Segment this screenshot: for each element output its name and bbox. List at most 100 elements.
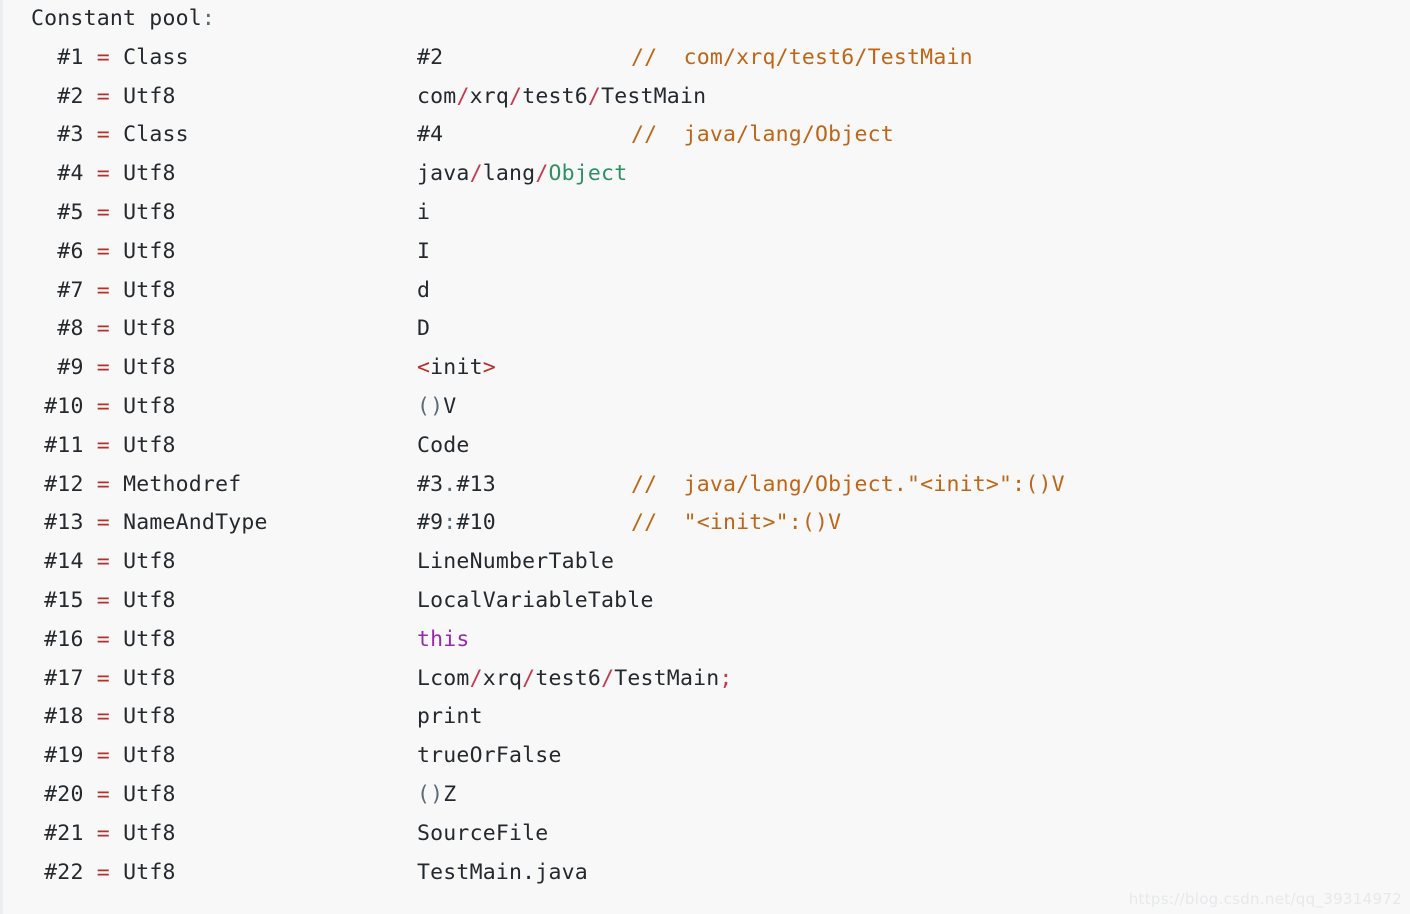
entry-equals-sign: = <box>96 355 110 381</box>
entry-indent <box>31 704 44 729</box>
constant-pool-entry: #6 = Utf8 I <box>3 233 1410 272</box>
entry-equals-sign: = <box>96 587 110 613</box>
entry-value: this <box>417 621 631 660</box>
entry-indent <box>31 472 44 497</box>
entry-kind: Utf8 <box>123 781 176 807</box>
entry-equals-sign: = <box>96 277 110 303</box>
entry-indent <box>31 549 44 574</box>
entry-value: ()Z <box>417 776 631 815</box>
entry-index: #5 <box>57 199 84 225</box>
entry-value-token: I <box>417 238 431 264</box>
entry-value-token: print <box>417 704 483 730</box>
entry-space <box>110 355 123 380</box>
entry-value: d <box>417 272 631 311</box>
entry-space <box>110 200 123 225</box>
entry-value-token: com <box>417 83 457 109</box>
entry-equals-sign: = <box>96 199 110 225</box>
entry-value: print <box>417 698 631 737</box>
entry-value: #4 <box>417 116 631 155</box>
entry-space <box>110 510 123 535</box>
entry-value-token: trueOrFalse <box>417 743 562 769</box>
javap-output-code-block: Constant pool: #1 = Class #2// com/xrq/te… <box>0 0 1410 914</box>
entry-index: #6 <box>57 238 84 264</box>
entry-indent <box>31 433 44 458</box>
entry-value: TestMain.java <box>417 854 631 893</box>
entry-kind: Utf8 <box>123 820 176 846</box>
entry-value: ()V <box>417 388 631 427</box>
entry-index-and-kind: #6 = Utf8 <box>31 233 415 272</box>
entry-space <box>110 394 123 419</box>
constant-pool-entry: #5 = Utf8 i <box>3 194 1410 233</box>
entry-value: Code <box>417 427 631 466</box>
entry-equals-sign: = <box>96 393 110 419</box>
entry-value-token: java <box>417 161 470 187</box>
constant-pool-entry: #22 = Utf8 TestMain.java <box>3 854 1410 893</box>
entry-indent <box>31 239 57 264</box>
constant-pool-entry: #7 = Utf8 d <box>3 272 1410 311</box>
entry-index: #14 <box>44 549 84 575</box>
constant-pool-header-label: Constant pool <box>31 6 202 31</box>
entry-kind: Utf8 <box>123 161 176 187</box>
entry-space <box>110 278 123 303</box>
entry-value-token: D <box>417 316 431 342</box>
entry-indent <box>31 278 57 303</box>
entry-space <box>84 743 97 768</box>
entry-value: Lcom/xrq/test6/TestMain; <box>417 660 732 699</box>
constant-pool-entry: #10 = Utf8 ()V <box>3 388 1410 427</box>
entry-value-token: . <box>522 859 536 885</box>
entry-kind: Utf8 <box>123 704 176 730</box>
entry-index-and-kind: #15 = Utf8 <box>31 582 415 621</box>
entry-value: trueOrFalse <box>417 737 631 776</box>
constant-pool-entry: #15 = Utf8 LocalVariableTable <box>3 582 1410 621</box>
entry-space <box>84 200 97 225</box>
entry-value-token: Code <box>417 432 470 458</box>
entry-equals-sign: = <box>96 859 110 885</box>
entry-equals-sign: = <box>96 83 110 109</box>
entry-space <box>110 821 123 846</box>
constant-pool-entry: #18 = Utf8 print <box>3 698 1410 737</box>
entry-value: SourceFile <box>417 815 631 854</box>
entry-space <box>84 549 97 574</box>
entry-value-token: TestMain <box>614 665 720 691</box>
entry-space <box>84 510 97 535</box>
entry-value-token: () <box>417 393 444 419</box>
entry-space <box>110 433 123 458</box>
entry-space <box>110 782 123 807</box>
entry-space <box>110 588 123 613</box>
entry-value-token: #2 <box>417 44 444 70</box>
entry-space <box>84 588 97 613</box>
entry-value-token: Lcom <box>417 665 470 691</box>
entry-indent <box>31 45 57 70</box>
entry-value-token: i <box>417 199 431 225</box>
entry-value: #3.#13 <box>417 466 631 505</box>
constant-pool-entry: #11 = Utf8 Code <box>3 427 1410 466</box>
entry-index: #17 <box>44 665 84 691</box>
entry-index-and-kind: #11 = Utf8 <box>31 427 415 466</box>
entry-kind: Utf8 <box>123 277 176 303</box>
entry-value-token: / <box>601 665 615 691</box>
constant-pool-entry: #8 = Utf8 D <box>3 310 1410 349</box>
entry-value-token: () <box>417 781 444 807</box>
entry-kind: Utf8 <box>123 83 176 109</box>
constant-pool-entry: #4 = Utf8 java/lang/Object <box>3 155 1410 194</box>
entry-value-token: TestMain <box>601 83 707 109</box>
entry-equals-sign: = <box>96 316 110 342</box>
entry-space <box>84 122 97 147</box>
entry-value-token: d <box>417 277 431 303</box>
entry-kind: Methodref <box>123 471 242 497</box>
entry-value: I <box>417 233 631 272</box>
entry-kind: Utf8 <box>123 355 176 381</box>
entry-space <box>110 666 123 691</box>
entry-space <box>110 84 123 109</box>
entry-kind: Utf8 <box>123 432 176 458</box>
entry-value-token: xrq <box>469 83 510 109</box>
entry-value: com/xrq/test6/TestMain <box>417 78 706 117</box>
entry-kind: Utf8 <box>123 587 176 613</box>
constant-pool-entry: #13 = NameAndType #9:#10// "<init>":()V <box>3 504 1410 543</box>
entry-index-and-kind: #5 = Utf8 <box>31 194 415 233</box>
entry-index: #2 <box>57 83 84 109</box>
entry-equals-sign: = <box>96 44 110 70</box>
entry-kind: Utf8 <box>123 626 176 652</box>
entry-kind: NameAndType <box>123 510 268 536</box>
entry-index: #13 <box>44 510 84 536</box>
